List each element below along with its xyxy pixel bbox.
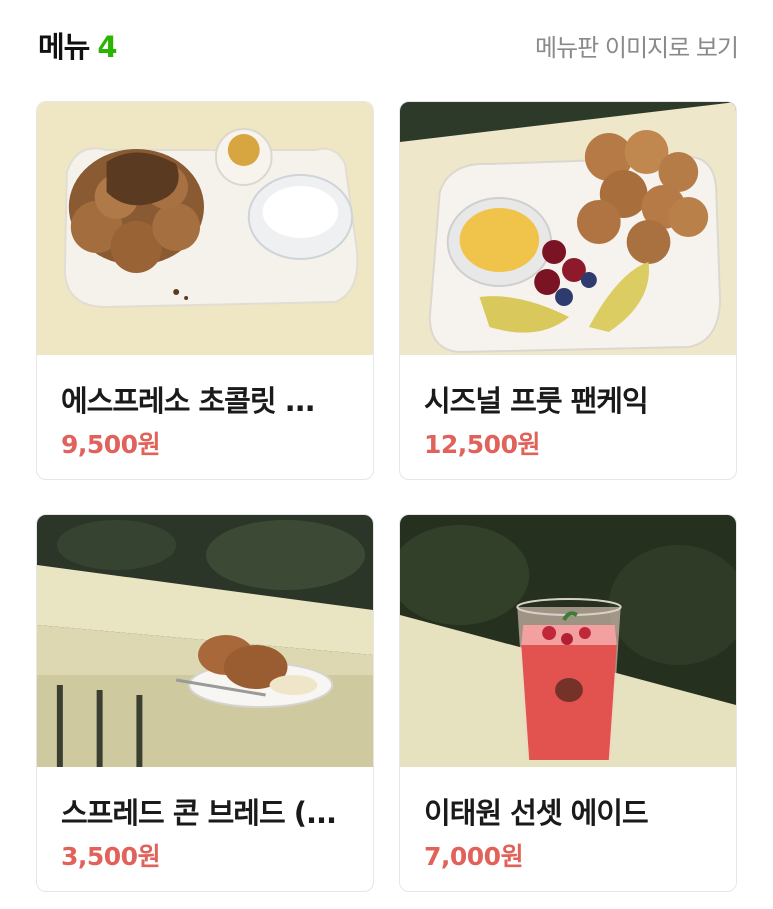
itaewon-sunset-ade-photo [400,515,736,767]
menu-item-card[interactable]: 스프레드 콘 브레드 (... 3,500원 [36,514,374,892]
spread-corn-bread-photo [37,515,373,767]
menu-item-name: 시즈널 프룻 팬케익 [424,384,649,418]
section-title-label: 메뉴 [38,30,90,64]
seasonal-fruit-pancake-photo [400,102,736,355]
menu-item-card[interactable]: 시즈널 프룻 팬케익 12,500원 [399,101,737,480]
menu-item-card[interactable]: 에스프레소 초콜릿 ... 9,500원 [36,101,374,480]
section-title: 메뉴 4 [38,24,118,66]
menu-count-badge: 4 [97,30,117,64]
menu-item-name: 에스프레소 초콜릿 ... [61,384,316,418]
espresso-chocolate-pancake-photo [37,102,373,355]
menu-section-header: 메뉴 4 메뉴판 이미지로 보기 [38,22,739,66]
menu-item-price: 9,500원 [61,430,161,459]
view-menu-board-link[interactable]: 메뉴판 이미지로 보기 [535,28,739,63]
menu-item-card[interactable]: 이태원 선셋 에이드 7,000원 [399,514,737,892]
menu-item-name: 이태원 선셋 에이드 [424,796,649,830]
menu-item-price: 12,500원 [424,430,540,459]
menu-item-price: 3,500원 [61,842,161,871]
menu-item-name: 스프레드 콘 브레드 (... [61,796,337,830]
menu-item-price: 7,000원 [424,842,524,871]
